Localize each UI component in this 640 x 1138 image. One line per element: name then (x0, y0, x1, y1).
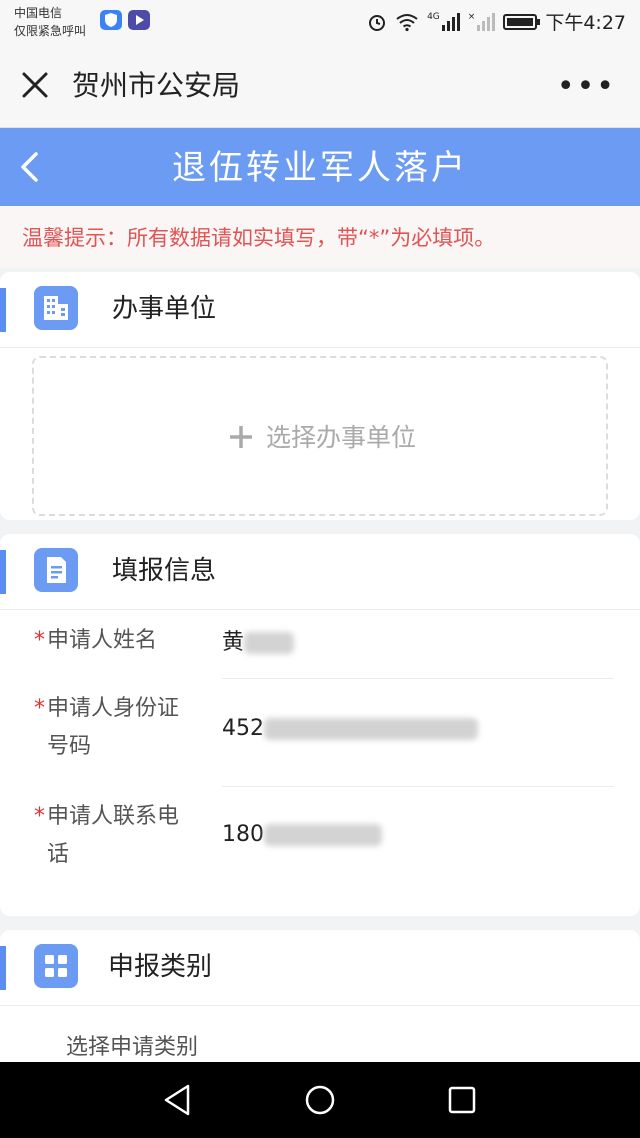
select-category-field[interactable]: 选择申请类别 (66, 1030, 198, 1066)
system-nav-bar (0, 1062, 640, 1138)
document-icon (34, 548, 78, 592)
applicant-id-label-line1: 申请人身份证 (47, 696, 180, 721)
page-header: 退伍转业军人落户 (0, 128, 640, 206)
category-section-header: 申报类别 (0, 930, 640, 1006)
clock: 下午4:27 (545, 12, 626, 34)
section-accent-bar (0, 550, 6, 594)
select-unit-label-row: 选择办事单位 (34, 422, 610, 454)
info-section-title: 填报信息 (112, 556, 217, 586)
section-accent-bar (0, 288, 6, 332)
window-title: 贺州市公安局 (72, 69, 241, 102)
signal-off-icon: × (468, 12, 496, 31)
section-accent-bar (0, 946, 6, 990)
select-unit-label: 选择办事单位 (265, 423, 416, 452)
redacted-text (244, 632, 295, 654)
battery-icon (503, 13, 541, 30)
recents-nav-icon[interactable] (442, 1080, 482, 1120)
back-nav-icon[interactable] (158, 1080, 198, 1120)
redacted-text (264, 718, 478, 740)
applicant-name-label-text: 申请人姓名 (47, 628, 158, 653)
status-bar: 中国电信 仅限紧急呼叫 4G × 下午4:27 (0, 0, 640, 44)
emergency-only-text: 仅限紧急呼叫 (14, 24, 87, 38)
title-bar: 贺州市公安局 ••• (0, 44, 640, 128)
notice-banner: 温馨提示：所有数据请如实填写，带“*”为必填项。 (0, 206, 640, 268)
plus-icon (229, 426, 252, 448)
video-app-icon (128, 10, 150, 30)
applicant-phone-label: *申请人联系电 话 (34, 798, 179, 874)
required-star: * (34, 804, 45, 829)
carrier-name: 中国电信 (14, 6, 63, 20)
home-nav-icon[interactable] (300, 1080, 340, 1120)
applicant-id-label: *申请人身份证 号码 (34, 690, 179, 766)
select-unit-button[interactable]: 选择办事单位 (32, 356, 608, 516)
category-section-title: 申报类别 (108, 952, 213, 982)
signal-4g-icon: 4G (427, 11, 460, 31)
unit-section-title: 办事单位 (112, 294, 217, 324)
applicant-id-field[interactable]: 452 (222, 710, 478, 748)
row-divider (222, 678, 614, 679)
wifi-icon (396, 13, 418, 31)
alarm-icon (369, 14, 386, 31)
applicant-name-field[interactable]: 黄 (222, 624, 295, 662)
applicant-id-label-line2: 号码 (47, 734, 92, 759)
applicant-phone-field[interactable]: 180 (222, 816, 382, 854)
required-star: * (34, 628, 45, 653)
applicant-name-label: *申请人姓名 (34, 622, 157, 660)
required-star: * (34, 696, 45, 721)
network-type: 4G (427, 11, 440, 22)
close-icon[interactable] (18, 68, 52, 102)
more-menu-icon[interactable]: ••• (557, 72, 616, 102)
notice-text: 温馨提示：所有数据请如实填写，带“*”为必填项。 (22, 226, 496, 250)
shield-app-icon (100, 10, 122, 30)
applicant-phone-label-line2: 话 (47, 842, 70, 867)
redacted-text (264, 824, 382, 846)
page-title: 退伍转业军人落户 (172, 148, 468, 188)
carrier-info: 中国电信 仅限紧急呼叫 (14, 4, 86, 40)
applicant-name-value: 黄 (222, 630, 245, 655)
applicant-phone-label-line1: 申请人联系电 (47, 804, 180, 829)
applicant-phone-value: 180 (222, 822, 264, 847)
row-divider (222, 786, 614, 787)
unit-section-header: 办事单位 (0, 272, 640, 348)
building-icon (34, 286, 78, 330)
info-section-header: 填报信息 (0, 534, 640, 610)
applicant-id-value: 452 (222, 716, 264, 741)
grid-icon (34, 944, 78, 988)
